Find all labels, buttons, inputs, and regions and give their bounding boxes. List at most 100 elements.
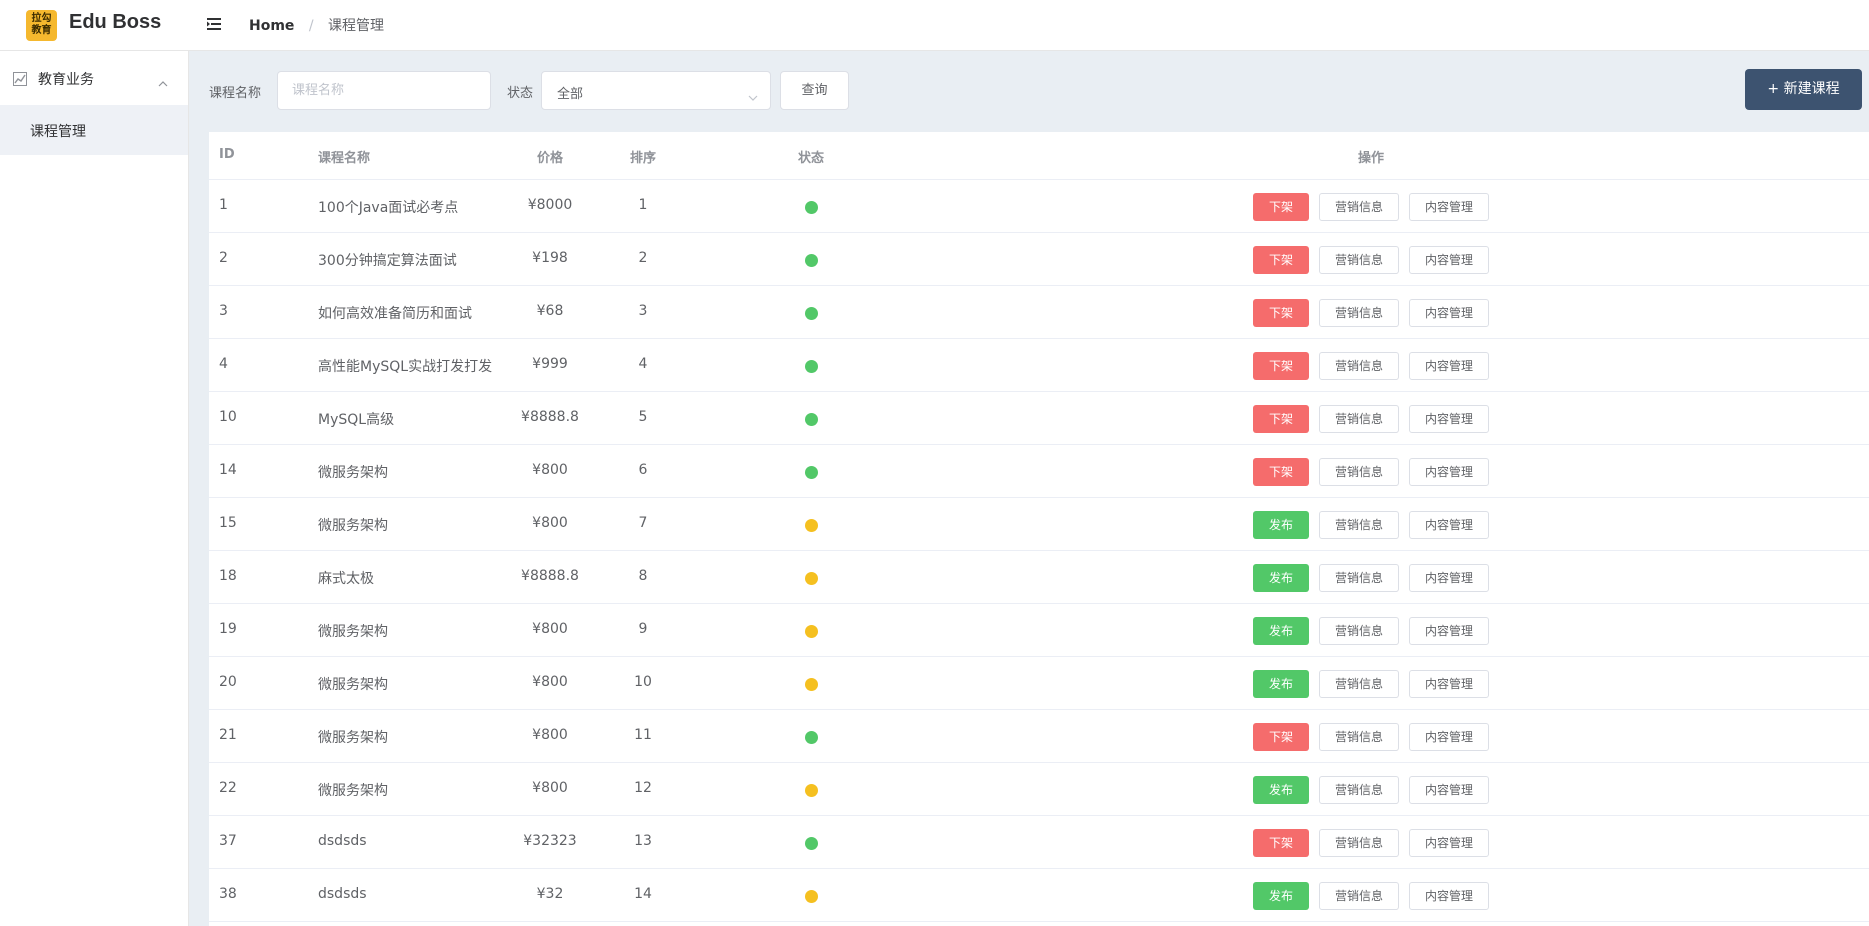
marketing-info-button[interactable]: 营销信息 <box>1319 829 1399 857</box>
content-management-button[interactable]: 内容管理 <box>1409 564 1489 592</box>
cell-course-name: 100个Java面试必考点 <box>318 200 459 216</box>
sidebar-item-course-management[interactable]: 课程管理 <box>0 105 188 155</box>
cell-course-name: 微服务架构 <box>318 624 388 640</box>
table-row: 18 麻式太极 ¥8888.8 8 发布 营销信息 内容管理 <box>209 551 1869 604</box>
status-dot <box>805 890 818 903</box>
cell-sort: 7 <box>638 515 648 531</box>
status-toggle-button[interactable]: 下架 <box>1253 458 1309 486</box>
marketing-info-button[interactable]: 营销信息 <box>1319 670 1399 698</box>
marketing-info-button[interactable]: 营销信息 <box>1319 405 1399 433</box>
header-sort: 排序 <box>629 151 656 166</box>
marketing-info-button[interactable]: 营销信息 <box>1319 617 1399 645</box>
content-management-button[interactable]: 内容管理 <box>1409 670 1489 698</box>
cell-course-name: 微服务架构 <box>318 783 388 799</box>
header-price: 价格 <box>536 151 563 166</box>
table-header: ID 课程名称 价格 排序 状态 操作 <box>209 132 1869 180</box>
cell-id: 1 <box>219 197 228 213</box>
sidebar-group-label: 教育业务 <box>38 72 94 88</box>
status-dot <box>805 837 818 850</box>
status-toggle-button[interactable]: 下架 <box>1253 829 1309 857</box>
status-dot <box>805 360 818 373</box>
content-management-button[interactable]: 内容管理 <box>1409 723 1489 751</box>
cell-price: ¥8888.8 <box>521 409 579 425</box>
status-dot <box>805 784 818 797</box>
cell-sort: 1 <box>638 197 648 213</box>
content-management-button[interactable]: 内容管理 <box>1409 829 1489 857</box>
content-management-button[interactable]: 内容管理 <box>1409 511 1489 539</box>
sidebar-item-label: 课程管理 <box>30 124 86 140</box>
status-toggle-button[interactable]: 下架 <box>1253 299 1309 327</box>
cell-course-name: 微服务架构 <box>318 730 388 746</box>
status-select[interactable]: 全部 <box>541 71 771 110</box>
breadcrumb-home[interactable]: Home <box>249 18 294 34</box>
cell-id: 20 <box>219 674 237 690</box>
status-toggle-button[interactable]: 发布 <box>1253 564 1309 592</box>
content-management-button[interactable]: 内容管理 <box>1409 193 1489 221</box>
cell-sort: 10 <box>634 674 652 690</box>
content-management-button[interactable]: 内容管理 <box>1409 246 1489 274</box>
cell-price: ¥800 <box>532 780 568 796</box>
line-chart-icon <box>13 71 27 86</box>
status-select-value: 全部 <box>557 87 584 102</box>
table-row: 19 微服务架构 ¥800 9 发布 营销信息 内容管理 <box>209 604 1869 657</box>
sidebar-group-education[interactable]: 教育业务 <box>0 51 188 105</box>
content-management-button[interactable]: 内容管理 <box>1409 458 1489 486</box>
cell-id: 14 <box>219 462 237 478</box>
status-toggle-button[interactable]: 发布 <box>1253 882 1309 910</box>
marketing-info-button[interactable]: 营销信息 <box>1319 352 1399 380</box>
course-table: ID 课程名称 价格 排序 状态 操作 1 100个Java面试必考点 ¥8000 1… <box>209 132 1869 926</box>
cell-course-name: 微服务架构 <box>318 677 388 693</box>
cell-course-name: 麻式太极 <box>318 571 374 587</box>
content-management-button[interactable]: 内容管理 <box>1409 299 1489 327</box>
cell-id: 19 <box>219 621 237 637</box>
cell-course-name: MySQL高级 <box>318 412 395 428</box>
marketing-info-button[interactable]: 营销信息 <box>1319 458 1399 486</box>
content-management-button[interactable]: 内容管理 <box>1409 352 1489 380</box>
content-management-button[interactable]: 内容管理 <box>1409 776 1489 804</box>
table-row: 4 高性能MySQL实战打发打发 ¥999 4 下架 营销信息 内容管理 <box>209 339 1869 392</box>
cell-sort: 3 <box>638 303 648 319</box>
cell-sort: 5 <box>638 409 648 425</box>
marketing-info-button[interactable]: 营销信息 <box>1319 723 1399 751</box>
status-toggle-button[interactable]: 下架 <box>1253 723 1309 751</box>
status-toggle-button[interactable]: 下架 <box>1253 405 1309 433</box>
cell-id: 2 <box>219 250 228 266</box>
menu-fold-icon[interactable] <box>206 16 222 32</box>
cell-sort: 8 <box>638 568 648 584</box>
header-status: 状态 <box>797 151 824 166</box>
marketing-info-button[interactable]: 营销信息 <box>1319 882 1399 910</box>
marketing-info-button[interactable]: 营销信息 <box>1319 246 1399 274</box>
status-toggle-button[interactable]: 下架 <box>1253 193 1309 221</box>
status-toggle-button[interactable]: 下架 <box>1253 352 1309 380</box>
marketing-info-button[interactable]: 营销信息 <box>1319 564 1399 592</box>
logo-text-bottom: 教育 <box>31 25 52 36</box>
table-row: 15 微服务架构 ¥800 7 发布 营销信息 内容管理 <box>209 498 1869 551</box>
marketing-info-button[interactable]: 营销信息 <box>1319 776 1399 804</box>
status-toggle-button[interactable]: 发布 <box>1253 617 1309 645</box>
table-row: 21 微服务架构 ¥800 11 下架 营销信息 内容管理 <box>209 710 1869 763</box>
status-toggle-button[interactable]: 发布 <box>1253 511 1309 539</box>
course-name-input[interactable] <box>277 71 491 110</box>
status-toggle-button[interactable]: 发布 <box>1253 776 1309 804</box>
status-dot <box>805 519 818 532</box>
marketing-info-button[interactable]: 营销信息 <box>1319 299 1399 327</box>
cell-price: ¥999 <box>532 356 568 372</box>
table-row: 22 微服务架构 ¥800 12 发布 营销信息 内容管理 <box>209 763 1869 816</box>
marketing-info-button[interactable]: 营销信息 <box>1319 511 1399 539</box>
content-management-button[interactable]: 内容管理 <box>1409 405 1489 433</box>
status-toggle-button[interactable]: 发布 <box>1253 670 1309 698</box>
cell-sort: 2 <box>638 250 648 266</box>
content-management-button[interactable]: 内容管理 <box>1409 882 1489 910</box>
content-management-button[interactable]: 内容管理 <box>1409 617 1489 645</box>
query-button[interactable]: 查询 <box>780 71 849 110</box>
cell-price: ¥32 <box>536 886 564 902</box>
status-dot <box>805 731 818 744</box>
cell-price: ¥800 <box>532 515 568 531</box>
status-dot <box>805 678 818 691</box>
marketing-info-button[interactable]: 营销信息 <box>1319 193 1399 221</box>
top-header: 拉勾 教育 Edu Boss Home / 课程管理 <box>0 0 1869 51</box>
new-course-button[interactable]: + 新建课程 <box>1745 69 1862 110</box>
cell-price: ¥800 <box>532 462 568 478</box>
status-toggle-button[interactable]: 下架 <box>1253 246 1309 274</box>
course-name-label: 课程名称 <box>209 86 262 101</box>
